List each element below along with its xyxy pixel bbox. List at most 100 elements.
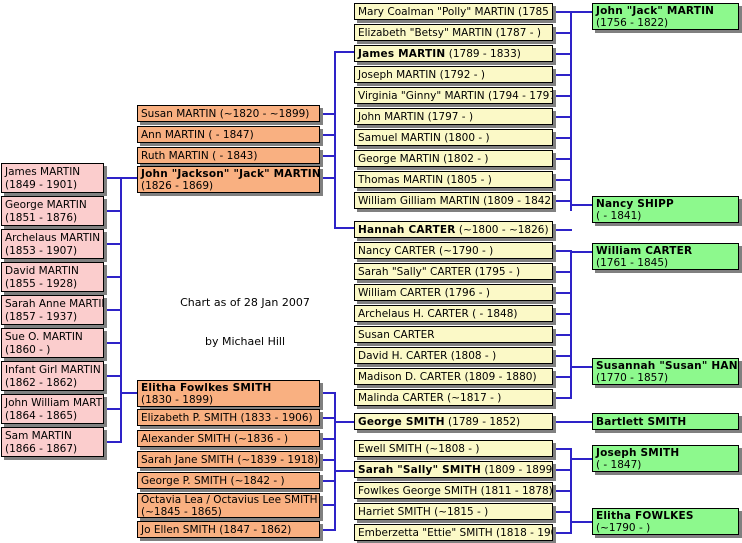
person-dates: (1809 - 1842) bbox=[483, 194, 553, 207]
connector-to-greatgrandfather bbox=[570, 11, 593, 13]
person-box-grandparent[interactable]: Samuel MARTIN (1800 - ) bbox=[354, 129, 553, 146]
person-box-grandparent[interactable]: Susan CARTER bbox=[354, 326, 553, 343]
person-name: James MARTIN bbox=[5, 166, 81, 178]
person-box-parent[interactable]: Ruth MARTIN ( - 1843) bbox=[137, 147, 320, 164]
person-box-parent[interactable]: Susan MARTIN (~1820 - ~1899) bbox=[137, 105, 320, 122]
person-box-grandparent[interactable]: Fowlkes George SMITH (1811 - 1878) bbox=[354, 482, 553, 499]
person-dates: (1855 - 1928) bbox=[5, 277, 78, 290]
person-dates: ( - 1841) bbox=[596, 210, 642, 222]
person-box-child[interactable]: James MARTIN (1849 - 1901) bbox=[1, 163, 104, 193]
person-name: Ewell SMITH bbox=[358, 442, 422, 455]
person-box-grandparent[interactable]: Sarah "Sally" CARTER (1795 - ) bbox=[354, 263, 553, 280]
person-box-parent[interactable]: George P. SMITH (~1842 - ) bbox=[137, 472, 320, 489]
person-box-greatgrandparent[interactable]: Bartlett SMITH bbox=[592, 413, 739, 430]
person-box-child[interactable]: Archelaus MARTIN (1853 - 1907) bbox=[1, 229, 104, 259]
person-dates: (~1842 - ) bbox=[230, 474, 285, 487]
person-box-parent[interactable]: Ann MARTIN ( - 1847) bbox=[137, 126, 320, 143]
person-name: Elizabeth "Betsy" MARTIN bbox=[358, 26, 493, 39]
person-name: William CARTER bbox=[358, 286, 442, 299]
person-dates: (1802 - ) bbox=[443, 152, 489, 165]
person-name: Emberzetta "Ettie" SMITH bbox=[358, 526, 493, 539]
person-name: Sarah "Sally" CARTER bbox=[358, 265, 472, 278]
person-box-grandparent[interactable]: John MARTIN (1797 - ) bbox=[354, 108, 553, 125]
person-box-grandparent[interactable]: Mary Coalman "Polly" MARTIN (1785 - ) bbox=[354, 3, 553, 20]
person-box-greatgrandparent[interactable]: William CARTER (1761 - 1845) bbox=[592, 243, 739, 270]
person-box-grandparent-direct[interactable]: Sarah "Sally" SMITH (1809 - 1899) bbox=[354, 461, 553, 478]
person-name: Archelaus H. CARTER bbox=[358, 307, 469, 320]
person-dates: (1830 - 1899) bbox=[141, 394, 214, 406]
person-box-grandparent[interactable]: George MARTIN (1802 - ) bbox=[354, 150, 553, 167]
person-box-greatgrandparent[interactable]: Elitha FOWLKES (~1790 - ) bbox=[592, 508, 739, 535]
person-dates: (~1790 - ) bbox=[596, 522, 651, 534]
person-box-grandparent[interactable]: Nancy CARTER (~1790 - ) bbox=[354, 242, 553, 259]
person-name: Elizabeth P. SMITH bbox=[141, 411, 238, 424]
connector-to-grandmother bbox=[334, 227, 355, 229]
person-box-grandparent[interactable]: Ewell SMITH (~1808 - ) bbox=[354, 440, 553, 457]
person-box-grandparent-direct[interactable]: Hannah CARTER (~1800 - ~1826) bbox=[354, 221, 553, 238]
person-box-greatgrandparent[interactable]: John "Jack" MARTIN (1756 - 1822) bbox=[592, 3, 739, 30]
person-name: Mary Coalman "Polly" MARTIN bbox=[358, 5, 515, 18]
person-box-parent[interactable]: Jo Ellen SMITH (1847 - 1862) bbox=[137, 521, 320, 538]
connector-to-greatgrandfather bbox=[570, 251, 593, 253]
person-box-grandparent[interactable]: Virginia "Ginny" MARTIN (1794 - 1797) bbox=[354, 87, 553, 104]
person-name: Samuel MARTIN bbox=[358, 131, 441, 144]
person-dates: (1761 - 1845) bbox=[596, 257, 669, 269]
person-box-parent[interactable]: Elizabeth P. SMITH (1833 - 1906) bbox=[137, 409, 320, 426]
person-dates: (1795 - ) bbox=[474, 265, 521, 278]
person-dates: (1796 - ) bbox=[444, 286, 490, 299]
connector-to-greatgrandfather bbox=[553, 421, 593, 423]
person-box-grandparent[interactable]: William Gilliam MARTIN (1809 - 1842) bbox=[354, 192, 553, 209]
person-box-parent-mother[interactable]: Elitha Fowlkes SMITH (1830 - 1899) bbox=[137, 380, 320, 407]
connector-to-father bbox=[120, 177, 138, 179]
person-box-child[interactable]: Sue O. MARTIN (1860 - ) bbox=[1, 328, 104, 358]
person-name: Jo Ellen SMITH bbox=[141, 523, 216, 536]
person-name: Octavia Lea / Octavius Lee SMITH bbox=[141, 493, 318, 506]
person-dates: ( - 1847) bbox=[596, 459, 642, 471]
person-box-child[interactable]: Sam MARTIN (1866 - 1867) bbox=[1, 427, 104, 457]
person-box-grandparent[interactable]: Thomas MARTIN (1805 - ) bbox=[354, 171, 553, 188]
person-box-grandparent[interactable]: Joseph MARTIN (1792 - ) bbox=[354, 66, 553, 83]
person-box-greatgrandparent[interactable]: Susannah "Susan" HANBY (1770 - 1857) bbox=[592, 358, 739, 385]
person-box-grandparent[interactable]: Harriet SMITH (~1815 - ) bbox=[354, 503, 553, 520]
person-box-grandparent[interactable]: Emberzetta "Ettie" SMITH (1818 - 1900) bbox=[354, 524, 553, 541]
person-name: William Gilliam MARTIN bbox=[358, 194, 480, 207]
connector-to-greatgrandmother bbox=[570, 521, 593, 523]
person-dates: (1756 - 1822) bbox=[596, 17, 669, 29]
person-box-child[interactable]: Infant Girl MARTIN (1862 - 1862) bbox=[1, 361, 104, 391]
connector-child-bus bbox=[120, 177, 122, 443]
person-name: Sarah "Sally" SMITH bbox=[358, 463, 481, 476]
person-box-child[interactable]: John William MARTIN (1864 - 1865) bbox=[1, 394, 104, 424]
person-box-parent-father[interactable]: John "Jackson" "Jack" MARTIN (1826 - 186… bbox=[137, 166, 320, 193]
person-name: Sarah Jane SMITH bbox=[141, 453, 234, 466]
person-dates: ( - 1848) bbox=[472, 307, 518, 320]
person-box-greatgrandparent[interactable]: Joseph SMITH ( - 1847) bbox=[592, 445, 739, 472]
person-box-grandparent[interactable]: Madison D. CARTER (1809 - 1880) bbox=[354, 368, 553, 385]
person-box-child[interactable]: George MARTIN (1851 - 1876) bbox=[1, 196, 104, 226]
person-dates: (~1808 - ) bbox=[425, 442, 480, 455]
caption-line-2: by Michael Hill bbox=[204, 335, 286, 348]
person-box-child[interactable]: David MARTIN (1855 - 1928) bbox=[1, 262, 104, 292]
person-dates: (1849 - 1901) bbox=[5, 178, 78, 191]
person-box-grandparent[interactable]: Elizabeth "Betsy" MARTIN (1787 - ) bbox=[354, 24, 553, 41]
person-box-grandparent[interactable]: William CARTER (1796 - ) bbox=[354, 284, 553, 301]
person-box-parent[interactable]: Alexander SMITH (~1836 - ) bbox=[137, 430, 320, 447]
person-name: Susannah "Susan" HANBY bbox=[596, 359, 739, 372]
person-dates: (~1800 - ~1826) bbox=[458, 223, 549, 236]
connector-grandparent-stub bbox=[553, 397, 572, 399]
person-box-grandparent-direct[interactable]: George SMITH (1789 - 1852) bbox=[354, 413, 553, 430]
person-dates: ( - 1847) bbox=[208, 128, 254, 141]
person-name: George SMITH bbox=[358, 415, 445, 428]
person-dates: (~1839 - 1918) bbox=[237, 453, 319, 466]
person-box-grandparent[interactable]: Archelaus H. CARTER ( - 1848) bbox=[354, 305, 553, 322]
person-name: Ruth MARTIN bbox=[141, 149, 209, 162]
person-box-child[interactable]: Sarah Anne MARTIN (1857 - 1937) bbox=[1, 295, 104, 325]
person-box-parent[interactable]: Octavia Lea / Octavius Lee SMITH (~1845 … bbox=[137, 493, 320, 518]
person-dates: (1805 - ) bbox=[446, 173, 492, 186]
person-name: Harriet SMITH bbox=[358, 505, 431, 518]
person-box-greatgrandparent[interactable]: Nancy SHIPP ( - 1841) bbox=[592, 196, 739, 223]
person-box-grandparent-direct[interactable]: James MARTIN (1789 - 1833) bbox=[354, 45, 553, 62]
person-box-grandparent[interactable]: Malinda CARTER (~1817 - ) bbox=[354, 389, 553, 406]
person-dates: (1785 - ) bbox=[518, 5, 552, 18]
person-box-grandparent[interactable]: David H. CARTER (1808 - ) bbox=[354, 347, 553, 364]
person-box-parent[interactable]: Sarah Jane SMITH (~1839 - 1918) bbox=[137, 451, 320, 468]
